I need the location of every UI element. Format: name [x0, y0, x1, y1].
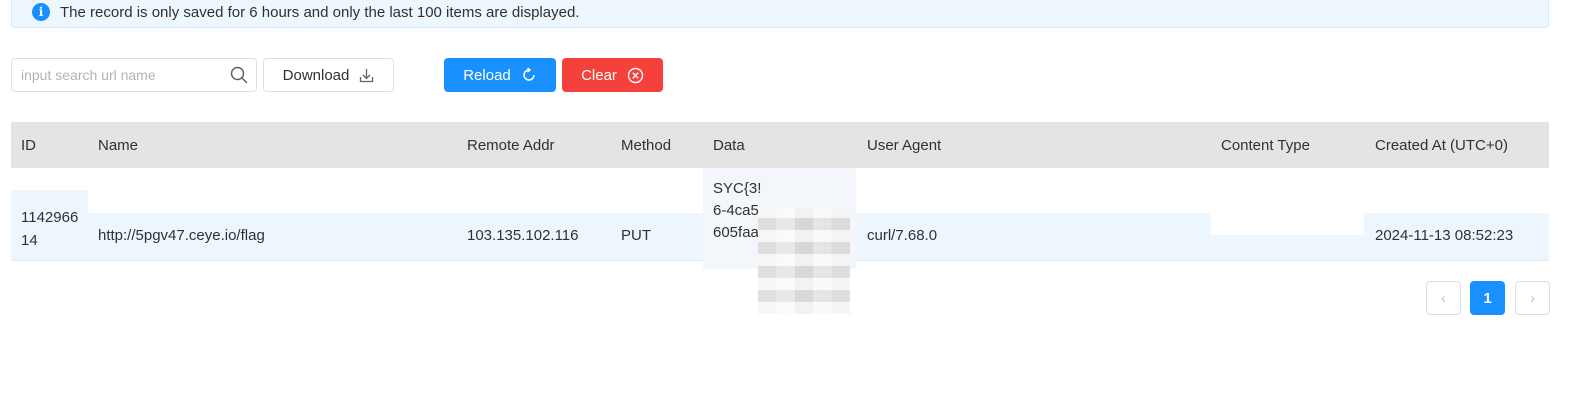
download-button[interactable]: Download: [263, 58, 394, 92]
info-icon: i: [32, 3, 50, 21]
column-header-remote-addr: Remote Addr: [467, 136, 555, 154]
cell-id: 1142966 14: [21, 206, 87, 252]
download-label: Download: [282, 66, 350, 84]
page-number: 1: [1483, 289, 1492, 307]
records-table: ID Name Remote Addr Method Data User Age…: [11, 122, 1549, 314]
cell-id-line1: 1142966: [21, 209, 79, 226]
pagination-prev-button[interactable]: ‹: [1426, 281, 1461, 315]
reload-button[interactable]: Reload: [444, 58, 556, 92]
alert-text: The record is only saved for 6 hours and…: [60, 3, 580, 21]
table-row[interactable]: 1142966 14 http://5pgv47.ceye.io/flag 10…: [11, 168, 1549, 314]
cell-user-agent: curl/7.68.0: [867, 227, 938, 244]
pagination-next-button[interactable]: ›: [1515, 281, 1550, 315]
chevron-right-icon: ›: [1530, 289, 1535, 307]
column-header-created-at: Created At (UTC+0): [1375, 136, 1508, 154]
chevron-left-icon: ‹: [1441, 289, 1446, 307]
cell-created-at: 2024-11-13 08:52:23: [1375, 227, 1514, 244]
column-header-user-agent: User Agent: [867, 136, 942, 154]
cell-name: http://5pgv47.ceye.io/flag: [98, 227, 265, 244]
search-box: [11, 58, 257, 92]
refresh-icon: [523, 67, 535, 81]
column-header-method: Method: [621, 136, 672, 154]
download-icon: [360, 68, 374, 82]
info-alert: i The record is only saved for 6 hours a…: [11, 0, 1549, 28]
column-header-data: Data: [713, 136, 745, 154]
cell-id-line2: 14: [21, 232, 38, 249]
clear-button[interactable]: Clear: [562, 58, 663, 92]
cell-remote-addr: 103.135.102.116: [467, 227, 579, 244]
column-header-content-type: Content Type: [1221, 136, 1310, 154]
cell-method: PUT: [621, 227, 651, 244]
cell-data-line1: SYC{3!: [713, 180, 762, 197]
redaction-pixelation: [758, 208, 850, 314]
search-input[interactable]: [12, 59, 212, 91]
content-type-cell-bg: [1211, 213, 1364, 235]
search-icon[interactable]: [230, 66, 248, 84]
column-header-id: ID: [21, 136, 36, 154]
circle-close-icon: [627, 67, 644, 83]
pagination-page-1[interactable]: 1: [1470, 281, 1505, 315]
clear-label: Clear: [581, 66, 617, 84]
table-header: ID Name Remote Addr Method Data User Age…: [11, 122, 1549, 168]
reload-label: Reload: [463, 66, 511, 84]
column-header-name: Name: [98, 136, 139, 154]
